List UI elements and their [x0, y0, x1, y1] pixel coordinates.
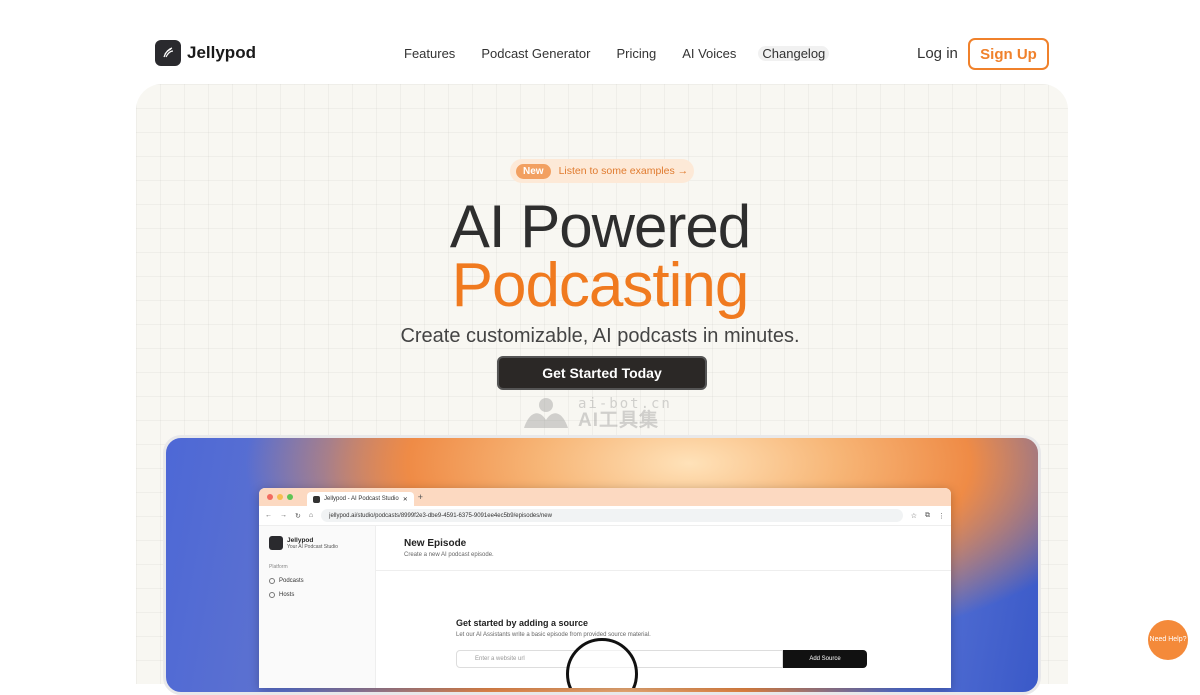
watermark: ai-bot.cn AI工具集 — [520, 396, 672, 430]
menu-dots-icon: ⋮ — [938, 512, 945, 520]
podcast-icon — [269, 578, 275, 584]
tab-close-icon: ✕ — [402, 496, 408, 503]
new-badge: New — [516, 163, 551, 179]
add-source-button: Add Source — [783, 650, 867, 668]
extensions-icon: ⧉ — [925, 511, 930, 519]
announcement-pill[interactable]: New Listen to some examples → — [510, 159, 694, 183]
page-title: New Episode — [404, 538, 467, 549]
source-title: Get started by adding a source — [456, 618, 589, 628]
hero-title-line2: Podcasting — [451, 251, 750, 320]
reload-icon: ↻ — [295, 512, 301, 520]
need-help-button[interactable]: Need Help? — [1148, 620, 1188, 660]
minimize-dot-icon — [277, 494, 283, 500]
app-main: New Episode Create a new AI podcast epis… — [376, 526, 951, 688]
watermark-line2: AI工具集 — [578, 409, 660, 431]
browser-tab: Jellypod - AI Podcast Studio ✕ — [307, 492, 414, 506]
app-content: Jellypod Your AI Podcast Studio Platform… — [259, 526, 951, 688]
sidebar-section-label: Platform — [269, 564, 288, 570]
nav-links: Features Podcast Generator Pricing AI Vo… — [404, 46, 830, 61]
page-header: New Episode Create a new AI podcast epis… — [376, 526, 951, 571]
sidebar-item-podcasts: Podcasts — [269, 578, 365, 584]
source-subtitle: Let our AI Assistants write a basic epis… — [456, 632, 651, 638]
sidebar-item-label: Podcasts — [279, 578, 304, 584]
signup-button[interactable]: Sign Up — [968, 38, 1049, 70]
app-sidebar: Jellypod Your AI Podcast Studio Platform… — [259, 526, 376, 688]
star-icon: ☆ — [910, 512, 917, 520]
close-dot-icon — [267, 494, 273, 500]
browser-window: Jellypod - AI Podcast Studio ✕ + ← → ↻ ⌂… — [259, 488, 951, 688]
browser-tabbar: Jellypod - AI Podcast Studio ✕ + — [259, 488, 951, 506]
watermark-line1: ai-bot.cn — [578, 395, 672, 412]
users-icon — [269, 592, 275, 598]
examples-link[interactable]: Listen to some examples → — [559, 165, 689, 177]
hero-subtitle: Create customizable, AI podcasts in minu… — [400, 325, 800, 347]
sidebar-item-label: Hosts — [279, 592, 295, 598]
watermark-logo-icon — [524, 398, 568, 428]
play-video-icon[interactable] — [566, 638, 638, 688]
maximize-dot-icon — [287, 494, 293, 500]
tab-title: Jellypod - AI Podcast Studio — [324, 496, 399, 502]
brand-logo[interactable]: Jellypod — [155, 40, 256, 66]
sidebar-subtitle: Your AI Podcast Studio — [287, 543, 338, 550]
get-started-button[interactable]: Get Started Today — [497, 356, 707, 390]
sidebar-item-hosts: Hosts — [269, 592, 365, 598]
sidebar-brand: Jellypod Your AI Podcast Studio — [269, 536, 365, 550]
forward-icon: → — [280, 512, 287, 519]
nav-link-features[interactable]: Features — [404, 46, 455, 61]
back-icon: ← — [265, 512, 272, 519]
sidebar-title: Jellypod — [287, 536, 314, 544]
page-subtitle: Create a new AI podcast episode. — [404, 552, 494, 558]
brand-name: Jellypod — [187, 43, 256, 62]
jellypod-logo-icon — [155, 40, 181, 66]
nav-link-ai-voices[interactable]: AI Voices — [682, 46, 736, 61]
new-tab-icon: + — [417, 492, 424, 502]
nav-link-podcast-generator[interactable]: Podcast Generator — [481, 46, 590, 61]
product-preview: Jellypod - AI Podcast Studio ✕ + ← → ↻ ⌂… — [163, 435, 1041, 695]
sidebar-logo-icon — [269, 536, 283, 550]
favicon-icon — [313, 495, 320, 503]
address-bar: jellypod.ai/studio/podcasts/8999f2e3-dbe… — [321, 509, 903, 522]
nav-link-pricing[interactable]: Pricing — [616, 46, 656, 61]
nav-link-changelog[interactable]: Changelog — [758, 46, 830, 61]
browser-urlbar: ← → ↻ ⌂ jellypod.ai/studio/podcasts/8999… — [259, 506, 951, 526]
login-link[interactable]: Log in — [917, 45, 958, 62]
home-icon: ⌂ — [308, 512, 314, 519]
